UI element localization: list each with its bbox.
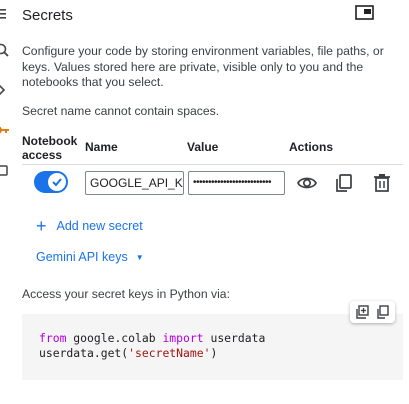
delete-icon[interactable] (371, 172, 393, 194)
chevron-right-icon[interactable] (0, 82, 10, 98)
gemini-api-keys-label: Gemini API keys (36, 250, 128, 264)
code-text: from google.colab import userdata userda… (39, 331, 265, 361)
secret-value-input[interactable]: •••••••••••••••••••••••••• (188, 171, 285, 195)
insert-code-icon[interactable] (356, 305, 370, 319)
code-call: userdata.get( (39, 346, 129, 360)
code-close-paren: ) (210, 346, 218, 360)
code-string: 'secretName' (128, 346, 211, 360)
code-snippet: from google.colab import userdata userda… (22, 314, 403, 380)
panel-header: Secrets (22, 5, 402, 29)
header-name: Name (85, 140, 118, 154)
code-keyword-from: from (39, 331, 67, 345)
check-icon (52, 178, 62, 187)
code-import-name: userdata (203, 331, 266, 345)
secrets-table-header: Notebook access Name Value Actions (22, 134, 403, 164)
visibility-icon[interactable] (296, 172, 318, 194)
caret-down-icon: ▼ (135, 252, 144, 262)
plus-icon: + (36, 216, 47, 236)
code-actions (350, 301, 395, 323)
header-actions: Actions (289, 140, 334, 154)
gemini-api-keys-dropdown[interactable]: Gemini API keys ▼ (36, 250, 144, 264)
copy-icon[interactable] (333, 172, 355, 194)
left-rail (0, 0, 12, 404)
open-in-tab-icon[interactable] (355, 5, 375, 23)
panel-description: Configure your code by storing environme… (22, 44, 384, 89)
add-new-secret-label: Add new secret (56, 219, 143, 233)
folder-icon[interactable] (0, 162, 10, 178)
header-value: Value (187, 140, 219, 154)
key-icon[interactable] (0, 122, 10, 138)
notebook-access-toggle[interactable] (34, 171, 68, 193)
add-new-secret-button[interactable]: + Add new secret (36, 217, 143, 235)
access-instructions: Access your secret keys in Python via: (22, 287, 230, 301)
menu-icon[interactable] (0, 6, 10, 22)
header-divider (22, 164, 403, 165)
search-icon[interactable] (0, 42, 10, 58)
secret-name-input[interactable]: GOOGLE_API_KEY (85, 171, 184, 195)
copy-code-icon[interactable] (376, 305, 390, 319)
code-keyword-import: import (162, 331, 204, 345)
name-note: Secret name cannot contain spaces. (22, 104, 220, 118)
toggle-knob (48, 173, 66, 191)
header-notebook-access: Notebook access (22, 134, 78, 162)
panel-title: Secrets (22, 7, 73, 24)
code-module: google.colab (66, 331, 163, 345)
